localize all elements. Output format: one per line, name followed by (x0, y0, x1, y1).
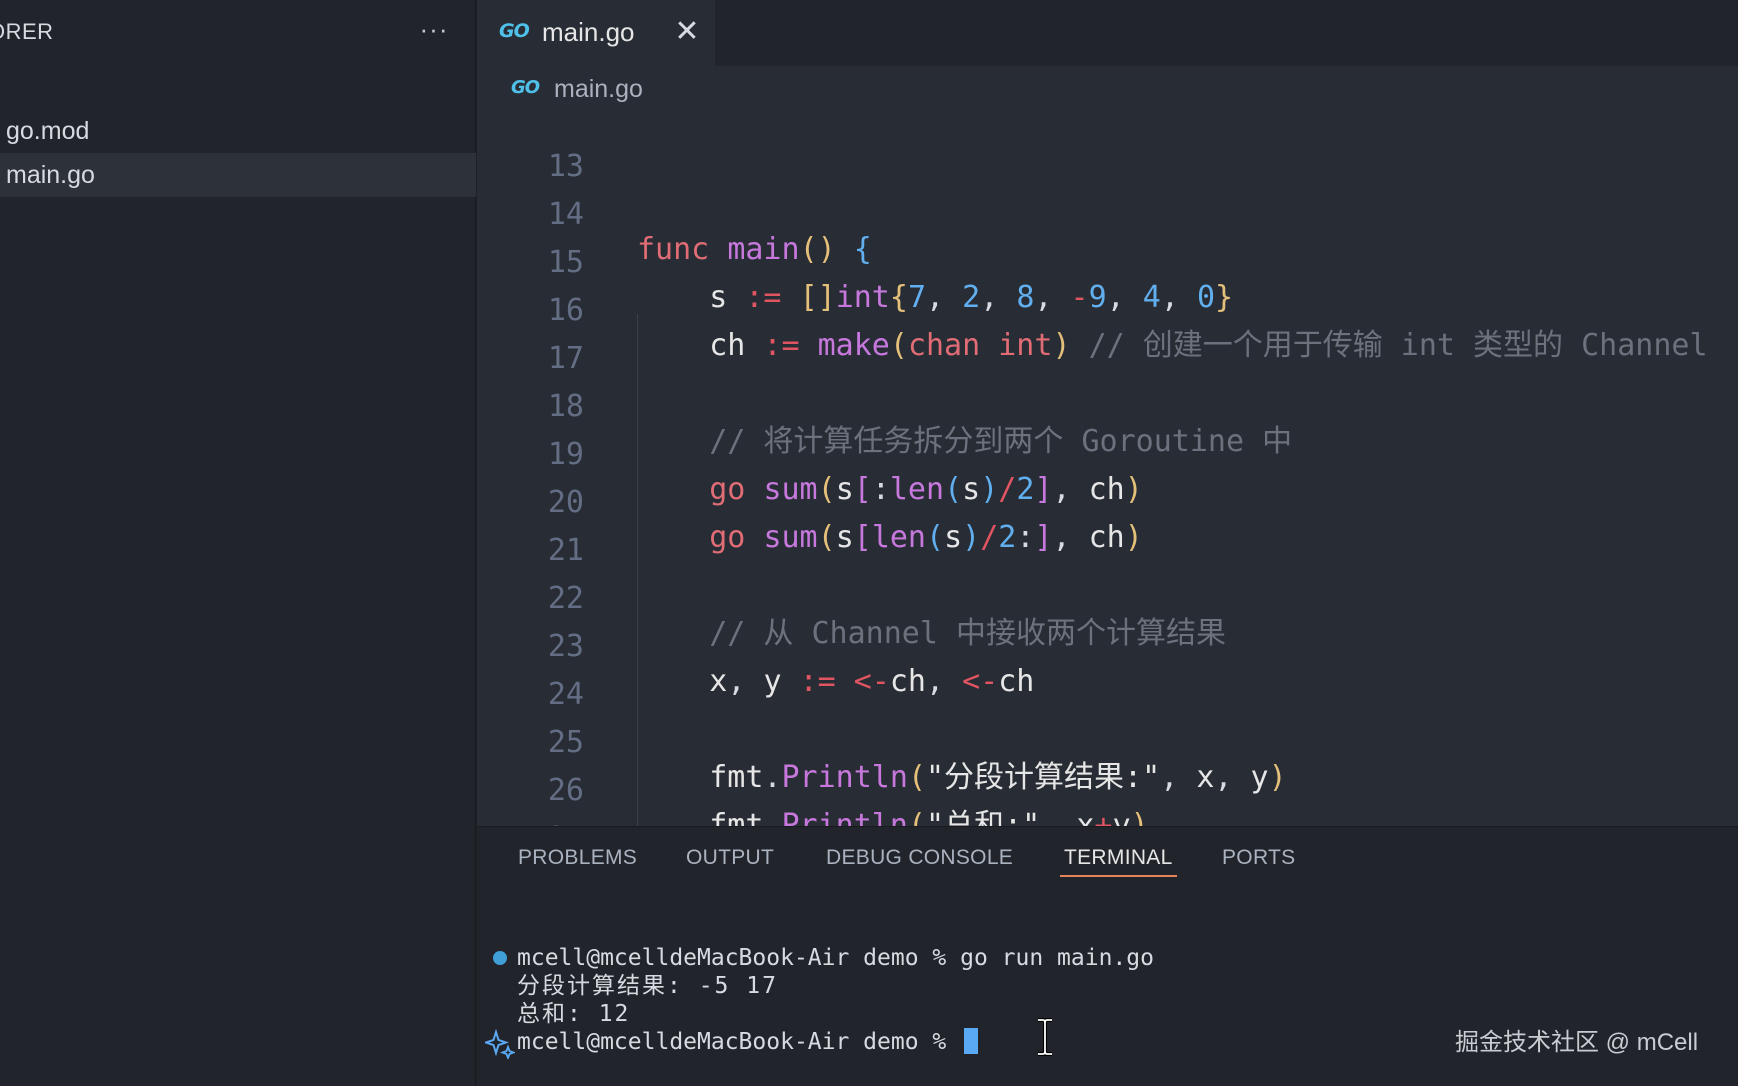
code-line: 15 s := []int{7, 2, 8, -9, 4, 0} (477, 204, 1738, 315)
code-line: 17 (477, 300, 1738, 376)
breadcrumb-item-main-go[interactable]: main.go (554, 66, 643, 112)
code-line: 22 // 从 Channel 中接收两个计算结果 (477, 540, 1738, 651)
go-file-icon: GO (511, 77, 540, 98)
terminal-line: 分段计算结果: -5 17 (517, 973, 778, 999)
line-number: 27 (477, 815, 584, 826)
watermark: 掘金技术社区 @ mCell (1455, 1029, 1699, 1056)
code-line: 25 fmt.Println("分段计算结果:", x, y) (477, 684, 1738, 795)
code-line: 13 (477, 110, 1738, 184)
command-status-dot (493, 951, 507, 965)
terminal-line: 总和: 12 (517, 1001, 631, 1027)
file-item-main-go[interactable]: main.go (0, 153, 476, 197)
code-line: 18 // 将计算任务拆分到两个 Goroutine 中 (477, 348, 1738, 459)
text-cursor-icon (1038, 1018, 1052, 1056)
explorer-header: ORER ··· (0, 0, 476, 62)
tab-ports[interactable]: PORTS (1222, 841, 1295, 875)
code-line: 26 fmt.Println("总和:", x+y) (477, 732, 1738, 826)
breadcrumb: GO main.go (477, 66, 1738, 110)
code-editor[interactable]: 13 14 func main() { 15 s := []int{7, 2, … (477, 110, 1738, 826)
terminal-line: mcell@mcelldeMacBook-Air demo % go run m… (517, 945, 1154, 971)
tab-problems[interactable]: PROBLEMS (518, 841, 637, 875)
tab-debug-console[interactable]: DEBUG CONSOLE (826, 841, 1013, 875)
tab-output[interactable]: OUTPUT (686, 841, 774, 875)
tab-terminal[interactable]: TERMINAL (1060, 841, 1177, 877)
code-line: 23 x, y := <-ch, <-ch (477, 588, 1738, 699)
code-line: 21 (477, 492, 1738, 568)
code-line: 19 go sum(s[:len(s)/2], ch) (477, 396, 1738, 507)
chevron-down-icon[interactable]: › (0, 70, 1, 106)
code-line: 14 func main() { (477, 156, 1738, 267)
go-file-icon: GO (499, 20, 530, 42)
more-actions-icon[interactable]: ··· (414, 12, 454, 50)
tab-main-go[interactable]: GO main.go ✕ (477, 0, 715, 66)
folder-row[interactable]: › (0, 70, 476, 106)
code-line: 16 ch := make(chan int) // 创建一个用于传输 int … (477, 252, 1738, 363)
close-icon[interactable]: ✕ (669, 14, 705, 50)
editor: GO main.go ✕ GO main.go 13 14 func main(… (477, 0, 1738, 826)
file-label: go.mod (6, 117, 90, 145)
terminal-cursor (964, 1028, 979, 1054)
terminal-prompt-line: mcell@mcelldeMacBook-Air demo % (517, 1028, 979, 1056)
file-label: main.go (6, 161, 95, 189)
explorer-title: ORER (0, 19, 54, 44)
editor-tab-bar: GO main.go ✕ (477, 0, 1738, 66)
tab-label: main.go (542, 17, 635, 47)
explorer-sidebar: ORER ··· › go.mod main.go (0, 0, 476, 1086)
code-line: 27 } (477, 780, 1738, 826)
terminal[interactable]: mcell@mcelldeMacBook-Air demo % go run m… (477, 935, 1738, 1086)
code-line: 20 go sum(s[len(s)/2:], ch) (477, 444, 1738, 555)
sparkle-icon[interactable] (485, 1029, 515, 1059)
terminal-prompt: mcell@mcelldeMacBook-Air demo % (517, 1029, 961, 1055)
code-line: 24 (477, 636, 1738, 712)
file-item-go-mod[interactable]: go.mod (0, 109, 476, 153)
